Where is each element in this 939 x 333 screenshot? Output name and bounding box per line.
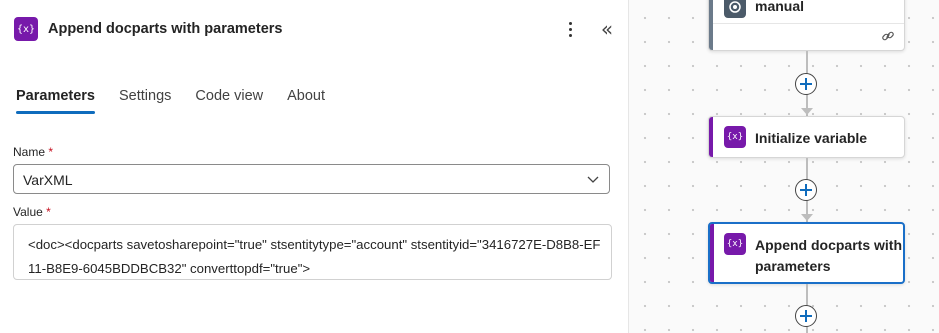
link-icon[interactable] xyxy=(881,29,895,43)
flow-node-manual-trigger[interactable]: manual xyxy=(708,0,905,51)
connector-arrow-icon xyxy=(801,108,813,115)
manual-trigger-icon xyxy=(724,0,746,18)
flow-canvas[interactable]: manual {x} Initialize variable {x} Appen… xyxy=(629,0,939,333)
node-accent-stripe xyxy=(710,224,714,282)
flow-node-append-docparts[interactable]: {x} Append docparts with parameters xyxy=(708,222,905,284)
name-dropdown[interactable]: VarXML xyxy=(13,164,610,194)
variable-icon: {x} xyxy=(14,17,38,41)
collapse-panel-icon[interactable]: « xyxy=(596,16,618,42)
action-details-panel: {x} Append docparts with parameters « Pa… xyxy=(0,0,629,333)
tab-code-view[interactable]: Code view xyxy=(195,88,263,114)
tab-settings[interactable]: Settings xyxy=(119,88,171,114)
node-label: Append docparts with parameters xyxy=(755,237,902,274)
value-field-label: Value * xyxy=(13,205,51,219)
panel-title: Append docparts with parameters xyxy=(48,21,283,37)
variable-icon: {x} xyxy=(724,233,746,255)
insert-step-plus-icon[interactable] xyxy=(795,179,817,201)
name-dropdown-value: VarXML xyxy=(23,172,73,188)
more-options-icon[interactable] xyxy=(562,17,578,41)
value-input-text: <doc><docparts savetosharepoint="true" s… xyxy=(28,237,601,276)
required-marker: * xyxy=(46,205,51,219)
insert-step-plus-icon[interactable] xyxy=(795,305,817,327)
chevron-down-icon xyxy=(587,176,599,183)
tab-about[interactable]: About xyxy=(287,88,325,114)
tab-bar: Parameters Settings Code view About xyxy=(16,88,349,114)
node-accent-stripe xyxy=(709,117,713,157)
insert-step-plus-icon[interactable] xyxy=(795,73,817,95)
value-input[interactable]: <doc><docparts savetosharepoint="true" s… xyxy=(13,224,612,280)
name-field-label: Name * xyxy=(13,145,54,159)
connector-arrow-icon xyxy=(801,214,813,221)
node-label: Initialize variable xyxy=(755,130,868,146)
variable-icon: {x} xyxy=(724,126,746,148)
node-label: manual xyxy=(755,0,805,14)
node-accent-stripe xyxy=(709,0,713,50)
required-marker: * xyxy=(48,145,54,159)
tab-parameters[interactable]: Parameters xyxy=(16,88,95,114)
node-divider xyxy=(713,23,904,24)
flow-node-initialize-variable[interactable]: {x} Initialize variable xyxy=(708,116,905,158)
